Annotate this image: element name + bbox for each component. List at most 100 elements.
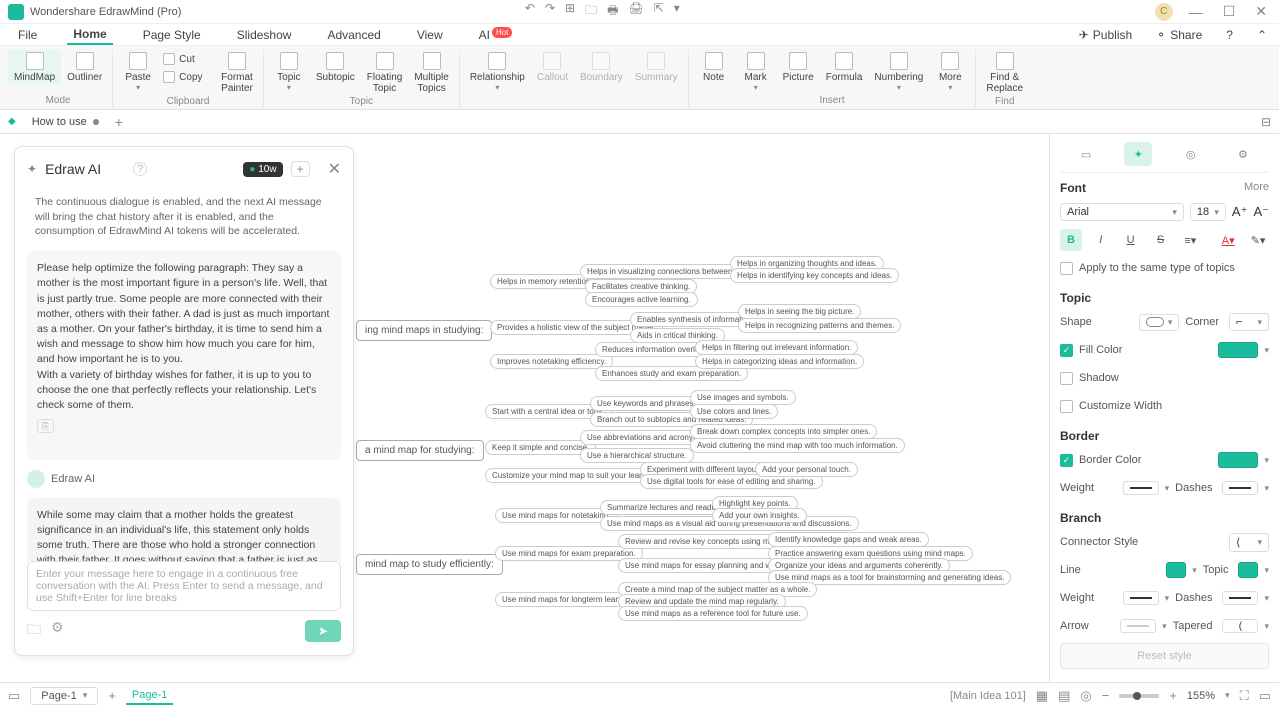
- help-icon[interactable]: ?: [1226, 28, 1233, 42]
- ai-help-icon[interactable]: ?: [133, 162, 147, 176]
- mm-node[interactable]: Add your own insights.: [712, 508, 807, 523]
- mm-node[interactable]: Use a hierarchical structure.: [580, 448, 694, 463]
- fill-color-checkbox[interactable]: ✓: [1060, 344, 1073, 357]
- props-tab-location[interactable]: ◎: [1177, 142, 1205, 166]
- ai-attach-icon[interactable]: 🗀: [27, 619, 41, 643]
- new-icon[interactable]: ⊞: [565, 1, 575, 22]
- branch-line-color[interactable]: [1166, 562, 1186, 578]
- mm-node[interactable]: Break down complex concepts into simpler…: [690, 424, 877, 439]
- border-color-swatch[interactable]: [1218, 452, 1258, 468]
- apply-same-checkbox[interactable]: [1060, 262, 1073, 275]
- user-avatar[interactable]: C: [1155, 3, 1173, 21]
- subtopic-button[interactable]: Subtopic: [310, 50, 361, 96]
- multiple-topics-button[interactable]: Multiple Topics: [408, 50, 454, 96]
- relationship-button[interactable]: Relationship▾: [464, 50, 531, 94]
- close-button[interactable]: ✕: [1251, 3, 1271, 20]
- zoom-slider[interactable]: [1119, 694, 1159, 698]
- format-painter-button[interactable]: Format Painter: [215, 50, 259, 96]
- doc-tab-howtouse[interactable]: How to use: [24, 114, 107, 130]
- ai-send-button[interactable]: ➤: [305, 620, 341, 642]
- menu-slideshow[interactable]: Slideshow: [231, 26, 298, 44]
- connector-select[interactable]: ⟨▾: [1229, 533, 1269, 552]
- highlight-button[interactable]: ✎▾: [1247, 229, 1269, 251]
- mindmap-mode-button[interactable]: MindMap: [8, 50, 61, 85]
- zoom-out-button[interactable]: −: [1102, 688, 1110, 703]
- menu-page-style[interactable]: Page Style: [137, 26, 207, 44]
- reset-style-button[interactable]: Reset style: [1060, 643, 1269, 669]
- mm-node[interactable]: Identify knowledge gaps and weak areas.: [768, 532, 929, 547]
- ai-input-field[interactable]: Enter your message here to engage in a c…: [27, 561, 341, 611]
- mm-node[interactable]: Encourages active learning.: [585, 292, 698, 307]
- grid-view-icon[interactable]: ▦: [1036, 688, 1048, 704]
- boundary-button[interactable]: Boundary: [574, 50, 629, 94]
- share-button[interactable]: ⚬Share: [1156, 28, 1202, 42]
- mindmap-canvas[interactable]: ✦ Edraw AI ? ● 10w + ✕ The continuous di…: [0, 134, 1049, 682]
- floating-topic-button[interactable]: Floating Topic: [361, 50, 409, 96]
- mm-node[interactable]: Helps in identifying key concepts and id…: [730, 268, 899, 283]
- note-button[interactable]: Note: [693, 50, 735, 94]
- mm-root-2[interactable]: a mind map for studying:: [356, 440, 484, 461]
- topic-button[interactable]: Topic▾: [268, 50, 310, 96]
- font-size-select[interactable]: 18▾: [1190, 203, 1226, 221]
- page-select[interactable]: Page-1▾: [30, 687, 98, 705]
- print-icon[interactable]: 🖨: [628, 1, 643, 22]
- shape-select[interactable]: ▾: [1139, 314, 1180, 331]
- callout-button[interactable]: Callout: [531, 50, 574, 94]
- more-insert-button[interactable]: More▾: [929, 50, 971, 94]
- focus-view-icon[interactable]: ◎: [1080, 688, 1091, 704]
- mm-root-1[interactable]: ing mind maps in studying:: [356, 320, 492, 341]
- mm-node[interactable]: Helps in seeing the big picture.: [738, 304, 861, 319]
- ai-add-button[interactable]: +: [291, 161, 310, 177]
- font-family-select[interactable]: Arial▾: [1060, 203, 1184, 221]
- border-dashes-select[interactable]: [1222, 481, 1258, 495]
- mm-node[interactable]: Helps in recognizing patterns and themes…: [738, 318, 901, 333]
- open-icon[interactable]: 🗀: [585, 1, 597, 22]
- font-increase-button[interactable]: A⁺: [1232, 204, 1248, 220]
- mm-root-3[interactable]: mind map to study efficiently:: [356, 554, 503, 575]
- numbering-button[interactable]: Numbering▾: [868, 50, 929, 94]
- redo-icon[interactable]: ↷: [545, 1, 555, 22]
- ai-settings-icon[interactable]: ⚙: [51, 619, 64, 643]
- mm-node[interactable]: Use keywords and phrases.: [590, 396, 703, 411]
- mm-node[interactable]: Use colors and lines.: [690, 404, 778, 419]
- add-page-button[interactable]: +: [108, 688, 116, 703]
- branch-tapered-select[interactable]: (: [1222, 619, 1258, 633]
- menu-file[interactable]: File: [12, 26, 43, 44]
- props-tab-style[interactable]: ▭: [1072, 142, 1100, 166]
- font-more-link[interactable]: More: [1244, 181, 1269, 195]
- undo-icon[interactable]: ↶: [525, 1, 535, 22]
- props-tab-settings[interactable]: ⚙: [1229, 142, 1257, 166]
- collapse-ribbon-icon[interactable]: ⌃: [1257, 28, 1267, 42]
- qat-more-icon[interactable]: ▾: [674, 1, 680, 22]
- find-replace-button[interactable]: Find & Replace: [980, 50, 1029, 96]
- bold-button[interactable]: B: [1060, 229, 1082, 251]
- mm-node[interactable]: Use images and symbols.: [690, 390, 796, 405]
- sidebar-toggle-icon[interactable]: ▭: [8, 688, 20, 704]
- font-color-button[interactable]: A▾: [1217, 229, 1239, 251]
- maximize-button[interactable]: ☐: [1219, 3, 1240, 20]
- fill-color-swatch[interactable]: [1218, 342, 1258, 358]
- border-color-checkbox[interactable]: ✓: [1060, 454, 1073, 467]
- zoom-level[interactable]: 155%: [1187, 690, 1215, 702]
- picture-button[interactable]: Picture: [777, 50, 820, 94]
- summary-button[interactable]: Summary: [629, 50, 684, 94]
- formula-button[interactable]: Formula: [820, 50, 869, 94]
- branch-topic-color[interactable]: [1238, 562, 1258, 578]
- menu-advanced[interactable]: Advanced: [321, 26, 386, 44]
- mm-node[interactable]: Avoid cluttering the mind map with too m…: [690, 438, 905, 453]
- export-icon[interactable]: ⇱: [654, 1, 664, 22]
- props-tab-format[interactable]: ✦: [1124, 142, 1152, 166]
- menu-view[interactable]: View: [411, 26, 449, 44]
- mm-node[interactable]: Improves notetaking efficiency.: [490, 354, 613, 369]
- copy-button[interactable]: Copy: [159, 68, 215, 86]
- mm-node[interactable]: Use mind maps as a reference tool for fu…: [618, 606, 808, 621]
- corner-select[interactable]: ⌐▾: [1229, 313, 1269, 331]
- underline-button[interactable]: U: [1120, 229, 1142, 251]
- branch-dashes-select[interactable]: [1222, 591, 1258, 605]
- cut-button[interactable]: Cut: [159, 50, 215, 68]
- outliner-mode-button[interactable]: Outliner: [61, 50, 108, 85]
- page-tab[interactable]: Page-1: [126, 687, 173, 705]
- menu-ai[interactable]: AIHot: [473, 26, 519, 44]
- italic-button[interactable]: I: [1090, 229, 1112, 251]
- font-decrease-button[interactable]: A⁻: [1253, 204, 1269, 220]
